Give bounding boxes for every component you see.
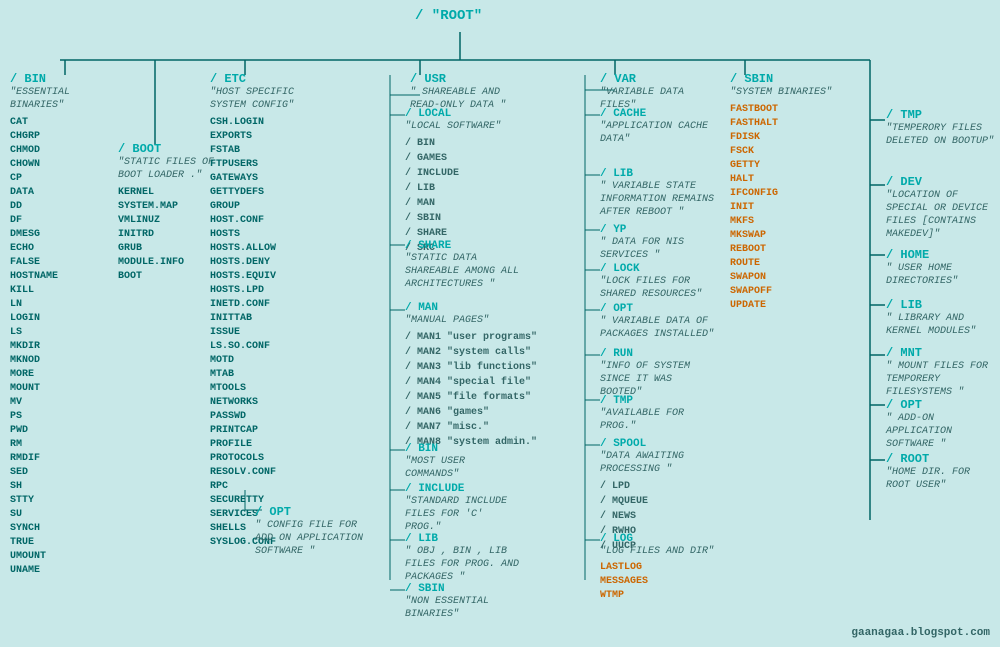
usr-local-section: / LOCAL "LOCAL SOFTWARE" / BIN / GAMES /… [405, 108, 515, 256]
boot-section: / BOOT "STATIC FILES OF BOOT LOADER ." K… [118, 142, 218, 284]
var-cache-section: / CACHE "APPLICATION CACHE DATA" [600, 108, 710, 146]
local-subdirs: / BIN / GAMES / INCLUDE / LIB / MAN / SB… [405, 136, 515, 256]
usr-section: / USR " SHAREABLE AND READ-ONLY DATA " [410, 72, 520, 112]
usr-bin-section: / BIN "MOST USER COMMANDS" [405, 443, 515, 481]
bin-section: / BIN "ESSENTIAL BINARIES" CAT CHGRP CHM… [10, 72, 120, 578]
var-section: / VAR "VARIABLE DATA FILES" [600, 72, 720, 112]
mnt-section: / MNT " MOUNT FILES FOR TEMPORERY FILESY… [886, 346, 996, 399]
var-log-section: / LOG "LOG FILES AND DIR" LASTLOG MESSAG… [600, 533, 715, 603]
var-tmp-section: / TMP "AVAILABLE FOR PROG." [600, 395, 715, 433]
usr-include-section: / INCLUDE "STANDARD INCLUDE FILES FOR 'C… [405, 483, 525, 534]
etc-opt-section: / OPT " CONFIG FILE FOR ADD ON APPLICATI… [255, 505, 370, 558]
sbin-section: / SBIN "SYSTEM BINARIES" FASTBOOT FASTHA… [730, 72, 860, 313]
etc-section: / ETC "HOST SPECIFIC SYSTEM CONFIG" CSH.… [210, 72, 330, 550]
usr-lib-section: / LIB " OBJ , BIN , LIB FILES FOR PROG. … [405, 533, 520, 584]
root-dir-section: / ROOT "HOME DIR. FOR ROOT USER" [886, 452, 996, 492]
lib-section: / LIB " LIBRARY AND KERNEL MODULES" [886, 298, 996, 338]
bin-files: CAT CHGRP CHMOD CHOWN CP DATA DD DF DMES… [10, 116, 120, 578]
log-files: LASTLOG MESSAGES WTMP [600, 561, 715, 603]
home-section: / HOME " USER HOME DIRECTORIES" [886, 248, 996, 288]
opt-section: / OPT " ADD-ON APPLICATION SOFTWARE " [886, 398, 996, 451]
tmp-section: / TMP "TEMPERORY FILES DELETED ON BOOTUP… [886, 108, 996, 148]
usr-sbin-section: / SBIN "NON ESSENTIAL BINARIES" [405, 583, 515, 621]
main-container: / "ROOT" / BIN "ESSENTIAL BINARIES" CAT … [0, 0, 1000, 647]
var-lib-section: / LIB " VARIABLE STATE INFORMATION REMAI… [600, 168, 715, 219]
watermark: gaanagaa.blogspot.com [851, 627, 990, 639]
sbin-files: FASTBOOT FASTHALT FDISK FSCK GETTY HALT … [730, 103, 860, 313]
dev-section: / DEV "LOCATION OF SPECIAL OR DEVICE FIL… [886, 175, 996, 241]
usr-man-section: / MAN "MANUAL PAGES" / MAN1 "user progra… [405, 302, 540, 450]
var-opt-section: / OPT " VARIABLE DATA OF PACKAGES INSTAL… [600, 303, 715, 341]
etc-files: CSH.LOGIN EXPORTS FSTAB FTPUSERS GATEWAY… [210, 116, 330, 550]
var-run-section: / RUN "INFO OF SYSTEM SINCE IT WAS BOOTE… [600, 348, 715, 399]
man-subdirs: / MAN1 "user programs" / MAN2 "system ca… [405, 330, 540, 450]
var-yp-section: / YP " DATA FOR NIS SERVICES " [600, 224, 715, 262]
usr-share-section: / SHARE "STATIC DATA SHAREABLE AMONG ALL… [405, 240, 520, 291]
boot-files: KERNEL SYSTEM.MAP VMLINUZ INITRD GRUB MO… [118, 186, 218, 284]
root-title: / "ROOT" [415, 8, 482, 24]
var-lock-section: / LOCK "LOCK FILES FOR SHARED RESOURCES" [600, 263, 715, 301]
